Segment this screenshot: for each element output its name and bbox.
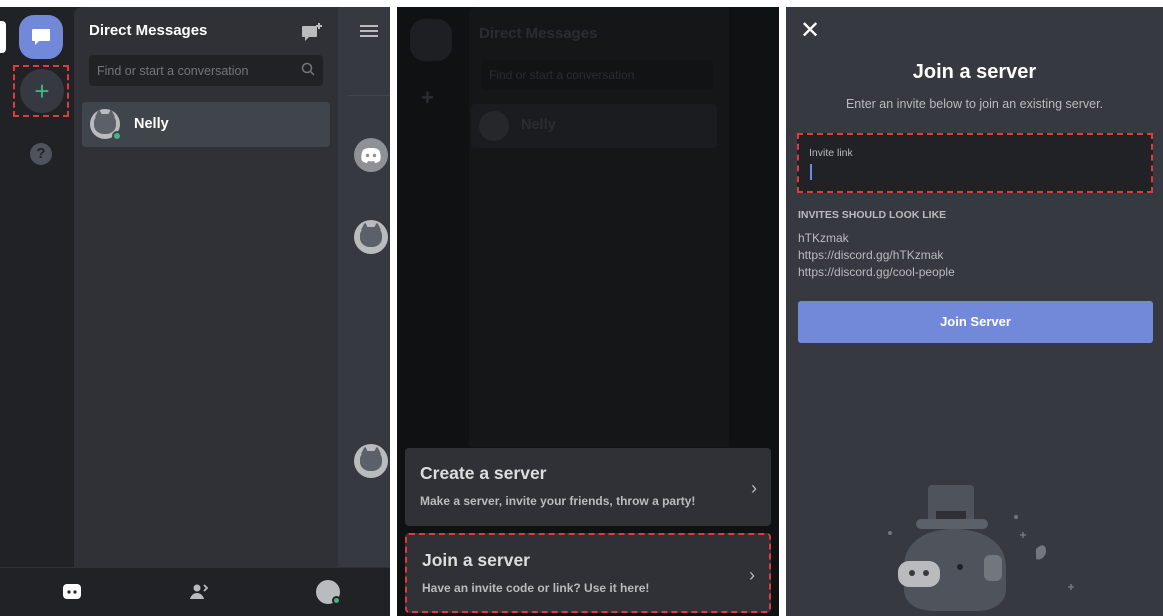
- dimmed-header: Direct Messages: [479, 25, 598, 42]
- direct-messages-button[interactable]: [19, 15, 63, 59]
- profile-avatar-icon[interactable]: [316, 580, 341, 605]
- avatar: [354, 220, 388, 254]
- page-subtitle: Enter an invite below to join an existin…: [845, 97, 1104, 111]
- join-server-screen: ✕ Join a server Enter an invite below to…: [786, 7, 1163, 616]
- add-server-highlight: +: [13, 65, 69, 117]
- chat-peek[interactable]: [338, 7, 390, 567]
- online-status-dot: [112, 131, 122, 141]
- join-server-option[interactable]: Join a server Have an invite code or lin…: [405, 533, 771, 613]
- text-caret: [810, 164, 812, 180]
- wumpus-top-hat-illustration: [888, 485, 1074, 611]
- dm-list-column: Direct Messages Find or start a conversa…: [74, 7, 338, 567]
- hamburger-icon[interactable]: [360, 25, 378, 27]
- dm-screen: + ? Direct Messages Find or start a conv…: [0, 7, 390, 616]
- add-server-sheet-screen: + Direct Messages Find or start a conver…: [397, 7, 779, 616]
- search-placeholder: Find or start a conversation: [97, 64, 249, 78]
- option-title: Create a server: [420, 463, 547, 483]
- invite-link-label: Invite link: [809, 147, 853, 159]
- help-button[interactable]: ?: [30, 143, 52, 165]
- discord-avatar: [354, 138, 388, 172]
- discord-logo-icon: [361, 148, 381, 163]
- dm-conversation-item[interactable]: Nelly: [82, 102, 330, 147]
- page-title: Join a server: [912, 61, 1037, 83]
- dimmed-dm-list: Direct Messages Find or start a conversa…: [469, 7, 729, 447]
- dimmed-search: Find or start a conversation: [481, 60, 713, 90]
- chevron-right-icon: ›: [751, 478, 757, 498]
- search-input[interactable]: Find or start a conversation: [89, 55, 323, 86]
- option-subtitle: Make a server, invite your friends, thro…: [420, 494, 696, 508]
- example-invite: hTKzmak: [798, 231, 849, 245]
- server-rail: + ?: [0, 7, 74, 567]
- option-subtitle: Have an invite code or link? Use it here…: [422, 581, 650, 595]
- dimmed-conversation: Nelly: [471, 104, 717, 148]
- close-icon[interactable]: ✕: [800, 19, 820, 43]
- join-server-button[interactable]: Join Server: [798, 301, 1153, 343]
- dimmed-add-icon: +: [421, 85, 434, 110]
- dm-header-title: Direct Messages: [89, 22, 208, 39]
- bottom-tab-bar: [0, 567, 390, 616]
- search-icon: [301, 62, 315, 76]
- avatar: [354, 444, 388, 478]
- conversation-name: Nelly: [134, 116, 169, 132]
- chat-bubble-icon: [32, 29, 50, 45]
- home-discord-icon[interactable]: [62, 582, 82, 602]
- dimmed-dm-button: [410, 19, 452, 61]
- selected-indicator: [0, 21, 6, 53]
- create-server-option[interactable]: Create a server Make a server, invite yo…: [405, 448, 771, 526]
- example-invite: https://discord.gg/cool-people: [798, 265, 955, 279]
- option-title: Join a server: [422, 550, 530, 570]
- invite-link-input[interactable]: Invite link: [797, 133, 1153, 193]
- example-invite: https://discord.gg/hTKzmak: [798, 248, 944, 262]
- divider: [348, 95, 390, 96]
- chevron-right-icon: ›: [749, 565, 755, 585]
- examples-heading: INVITES SHOULD LOOK LIKE: [798, 209, 947, 221]
- new-dm-icon[interactable]: [302, 21, 324, 43]
- friends-icon[interactable]: [189, 582, 211, 602]
- add-server-button[interactable]: +: [20, 69, 64, 113]
